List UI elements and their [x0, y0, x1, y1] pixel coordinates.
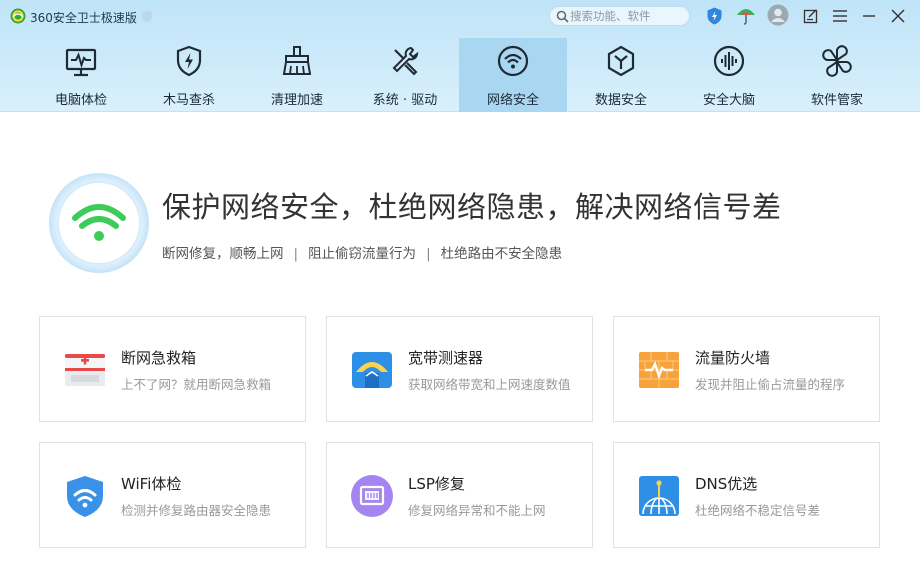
app-title: 360安全卫士极速版: [30, 11, 137, 25]
tab-pc-checkup[interactable]: 电脑体检: [27, 38, 135, 112]
lightning-shield-icon[interactable]: [704, 6, 724, 26]
tab-label: 电脑体检: [54, 93, 107, 108]
card-desc: 获取网络带宽和上网速度数值: [408, 377, 571, 392]
globe-signal-icon: [639, 476, 679, 516]
card-title: 断网急救箱: [121, 349, 197, 367]
minimize-icon[interactable]: [860, 7, 878, 25]
hero-sub-item: 杜绝路由不安全隐患: [440, 246, 563, 262]
firewall-icon: [639, 352, 679, 388]
brain-waves-icon: [713, 45, 745, 77]
wifi-icon: [497, 45, 529, 77]
separator: |: [426, 246, 431, 262]
tab-label: 木马查杀: [162, 93, 215, 108]
tab-security-brain[interactable]: 安全大脑: [675, 38, 783, 112]
card-title: 宽带测速器: [408, 349, 484, 367]
tools-icon: [392, 46, 419, 76]
card-desc: 检测并修复路由器安全隐患: [121, 503, 272, 518]
card-desc: 发现并阻止偷占流量的程序: [695, 377, 846, 392]
network-security-logo-icon: [49, 173, 149, 273]
tab-cleanup[interactable]: 清理加速: [243, 38, 351, 112]
card-desc: 上不了网？就用断网急救箱: [121, 377, 272, 392]
card-title: WiFi体检: [121, 475, 182, 493]
tool-card-network-rescue[interactable]: 断网急救箱 上不了网？就用断网急救箱: [39, 316, 306, 422]
hero-sub-item: 阻止偷窃流量行为: [308, 246, 417, 262]
card-title: 流量防火墙: [695, 349, 771, 367]
tab-label: 数据安全: [594, 93, 647, 108]
tab-label: 系统 · 驱动: [372, 93, 438, 108]
hexagon-y-icon: [607, 45, 635, 77]
tab-network-security[interactable]: 网络安全: [459, 38, 567, 112]
menu-icon[interactable]: [831, 7, 849, 25]
tool-card-dns-optimize[interactable]: DNS优选 杜绝网络不稳定信号差: [613, 442, 880, 548]
tab-software-manager[interactable]: 软件管家: [783, 38, 891, 112]
hero-title: 保护网络安全，杜绝网络隐患，解决网络信号差: [162, 190, 782, 224]
hero-subtitle: 断网修复，顺畅上网 | 阻止偷窃流量行为 | 杜绝路由不安全隐患: [162, 242, 562, 262]
search-box[interactable]: [549, 6, 690, 26]
tab-label: 清理加速: [270, 93, 323, 108]
hero-sub-item: 断网修复，顺畅上网: [162, 246, 284, 262]
tool-card-traffic-firewall[interactable]: 流量防火墙 发现并阻止偷占流量的程序: [613, 316, 880, 422]
wifi-shield-icon: [67, 476, 103, 517]
search-icon: [556, 10, 569, 23]
tab-system-driver[interactable]: 系统 · 驱动: [351, 38, 459, 112]
tool-card-lsp-repair[interactable]: LSP修复 修复网络异常和不能上网: [326, 442, 593, 548]
card-desc: 杜绝网络不稳定信号差: [695, 503, 821, 518]
protection-shield-icon[interactable]: [141, 10, 153, 23]
title-bar: 360安全卫士极速版: [0, 0, 920, 34]
separator: |: [293, 246, 299, 262]
umbrella-icon[interactable]: [736, 6, 756, 26]
top-header: 360安全卫士极速版 搜索功能、软件 电脑体检 木马查杀 清理加速 系统 · 驱…: [0, 0, 920, 112]
tab-data-security[interactable]: 数据安全: [567, 38, 675, 112]
speed-meter-icon: [352, 352, 392, 388]
tool-card-wifi-checkup[interactable]: WiFi体检 检测并修复路由器安全隐患: [39, 442, 306, 548]
feedback-icon[interactable]: [802, 7, 820, 25]
app-logo-icon: [10, 8, 26, 24]
broom-icon: [282, 46, 312, 75]
network-port-icon: [351, 475, 393, 517]
first-aid-box-icon: [65, 354, 105, 386]
card-title: LSP修复: [408, 475, 465, 493]
card-desc: 修复网络异常和不能上网: [408, 503, 546, 518]
tab-label: 网络安全: [486, 93, 539, 108]
tab-label: 软件管家: [810, 93, 863, 108]
avatar-icon[interactable]: [767, 4, 789, 26]
tool-card-speed-test[interactable]: 宽带测速器 获取网络带宽和上网速度数值: [326, 316, 593, 422]
card-title: DNS优选: [695, 475, 758, 493]
monitor-pulse-icon: [65, 48, 97, 77]
close-icon[interactable]: [889, 7, 907, 25]
four-leaf-icon: [822, 45, 852, 77]
shield-bolt-icon: [176, 45, 202, 77]
search-input[interactable]: [570, 8, 686, 24]
tab-trojan-scan[interactable]: 木马查杀: [135, 38, 243, 112]
tab-label: 安全大脑: [702, 93, 755, 108]
main-nav: 电脑体检 木马查杀 清理加速 系统 · 驱动 网络安全 数据安全 安全大脑 软件…: [0, 38, 920, 112]
